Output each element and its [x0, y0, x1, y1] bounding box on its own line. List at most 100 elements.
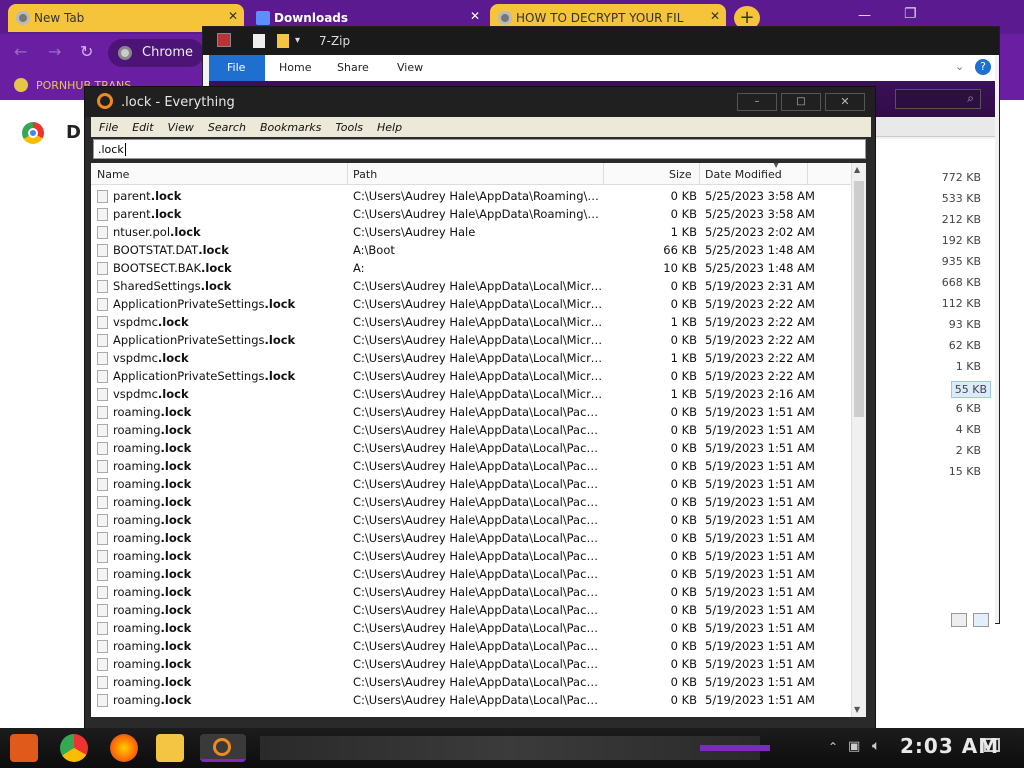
file-icon: [97, 226, 108, 239]
reload-icon[interactable]: ↻: [80, 42, 93, 61]
table-row[interactable]: roaming.lock C:\Users\Audrey Hale\AppData…: [91, 691, 851, 709]
everything-app-icon: [97, 93, 113, 109]
file-size-selected[interactable]: 55 KB: [950, 381, 991, 398]
table-row[interactable]: roaming.lock C:\Users\Audrey Hale\AppData…: [91, 547, 851, 565]
details-view-icon[interactable]: [951, 613, 967, 627]
file-size: 1 KB: [955, 360, 981, 373]
chrome-taskbar-icon[interactable]: [60, 734, 88, 762]
taskbar-clock[interactable]: 2:03 AM: [900, 734, 999, 758]
file-path: C:\Users\Audrey Hale\AppData\Local\Packa…: [353, 423, 603, 437]
table-row[interactable]: roaming.lock C:\Users\Audrey Hale\AppData…: [91, 475, 851, 493]
table-row[interactable]: BOOTSECT.BAK.lock A: 10 KB 5/25/2023 1:48 A…: [91, 259, 851, 277]
minimize-button[interactable]: –: [737, 93, 777, 111]
menu-help[interactable]: Help: [377, 121, 402, 134]
table-row[interactable]: roaming.lock C:\Users\Audrey Hale\AppData…: [91, 655, 851, 673]
menu-tools[interactable]: Tools: [335, 121, 363, 134]
menu-bookmarks[interactable]: Bookmarks: [260, 121, 321, 134]
properties-icon[interactable]: [253, 34, 265, 48]
back-icon[interactable]: ←: [14, 42, 27, 61]
everything-taskbar-icon[interactable]: [200, 734, 246, 762]
table-row[interactable]: parent.lock C:\Users\Audrey Hale\AppData\…: [91, 187, 851, 205]
table-row[interactable]: ApplicationPrivateSettings.lock C:\Users\…: [91, 367, 851, 385]
file-name: ntuser.pol.lock: [113, 225, 201, 239]
file-size: 1 KB: [670, 387, 697, 401]
chevron-down-icon[interactable]: ⌄: [955, 60, 964, 73]
table-row[interactable]: BOOTSTAT.DAT.lock A:\Boot 66 KB 5/25/2023 1…: [91, 241, 851, 259]
table-row[interactable]: roaming.lock C:\Users\Audrey Hale\AppData…: [91, 439, 851, 457]
file-path: C:\Users\Audrey Hale\AppData\Local\Micro…: [353, 387, 603, 401]
file-path: C:\Users\Audrey Hale\AppData\Local\Packa…: [353, 513, 603, 527]
maximize-button[interactable]: □: [781, 93, 821, 111]
forward-icon[interactable]: →: [48, 42, 61, 61]
large-icons-view-icon[interactable]: [973, 613, 989, 627]
file-size: 1 KB: [670, 315, 697, 329]
table-row[interactable]: vspdmc.lock C:\Users\Audrey Hale\AppData\…: [91, 313, 851, 331]
scroll-down-icon[interactable]: ▼: [854, 705, 860, 714]
help-icon[interactable]: ?: [975, 59, 991, 75]
table-row[interactable]: roaming.lock C:\Users\Audrey Hale\AppData…: [91, 583, 851, 601]
chevron-down-icon[interactable]: ▾: [295, 35, 300, 46]
chevron-up-icon[interactable]: ⌃: [828, 740, 838, 754]
menu-file[interactable]: File: [99, 121, 118, 134]
ribbon-tab-file[interactable]: File: [209, 55, 265, 81]
search-box[interactable]: ⌕: [895, 89, 981, 109]
file-path: C:\Users\Audrey Hale\AppData\Local\Micro…: [353, 297, 603, 311]
file-icon: [97, 298, 108, 311]
folder-icon[interactable]: [277, 34, 289, 48]
table-row[interactable]: roaming.lock C:\Users\Audrey Hale\AppData…: [91, 421, 851, 439]
table-row[interactable]: roaming.lock C:\Users\Audrey Hale\AppData…: [91, 403, 851, 421]
table-row[interactable]: SharedSettings.lock C:\Users\Audrey Hale\…: [91, 277, 851, 295]
taskbar-decoration: [260, 736, 760, 760]
close-button[interactable]: ✕: [825, 93, 865, 111]
close-icon[interactable]: ✕: [710, 9, 720, 23]
start-button[interactable]: [10, 734, 38, 762]
menu-edit[interactable]: Edit: [132, 121, 153, 134]
table-row[interactable]: roaming.lock C:\Users\Audrey Hale\AppData…: [91, 673, 851, 691]
file-date-modified: 5/19/2023 1:51 AM: [705, 639, 815, 653]
table-row[interactable]: vspdmc.lock C:\Users\Audrey Hale\AppData\…: [91, 385, 851, 403]
column-header-size[interactable]: [875, 117, 995, 137]
file-explorer-taskbar-icon[interactable]: [156, 734, 184, 762]
ribbon-tab-home[interactable]: Home: [279, 61, 311, 74]
column-header-date-modified[interactable]: Date Modified: [705, 168, 782, 181]
minimize-icon[interactable]: —: [858, 8, 871, 23]
column-header-path[interactable]: Path: [353, 168, 377, 181]
file-path: C:\Users\Audrey Hale\AppData\Local\Micro…: [353, 315, 603, 329]
menu-view[interactable]: View: [168, 121, 194, 134]
table-row[interactable]: roaming.lock C:\Users\Audrey Hale\AppData…: [91, 529, 851, 547]
table-row[interactable]: roaming.lock C:\Users\Audrey Hale\AppData…: [91, 601, 851, 619]
ribbon-tab-view[interactable]: View: [397, 61, 423, 74]
network-icon[interactable]: ▣: [848, 739, 860, 754]
table-row[interactable]: roaming.lock C:\Users\Audrey Hale\AppData…: [91, 511, 851, 529]
scroll-thumb[interactable]: [854, 181, 864, 417]
file-date-modified: 5/19/2023 1:51 AM: [705, 567, 815, 581]
search-input[interactable]: .lock: [93, 139, 866, 159]
ribbon-tab-share[interactable]: Share: [337, 61, 369, 74]
table-row[interactable]: roaming.lock C:\Users\Audrey Hale\AppData…: [91, 619, 851, 637]
menu-search[interactable]: Search: [208, 121, 246, 134]
file-name: roaming.lock: [113, 567, 192, 581]
table-row[interactable]: ntuser.pol.lock C:\Users\Audrey Hale 1 KB 5…: [91, 223, 851, 241]
vertical-scrollbar[interactable]: ▲ ▼: [851, 163, 866, 717]
restore-icon[interactable]: ❐: [904, 6, 917, 22]
table-row[interactable]: ApplicationPrivateSettings.lock C:\Users\…: [91, 295, 851, 313]
table-row[interactable]: ApplicationPrivateSettings.lock C:\Users\…: [91, 331, 851, 349]
file-size: 62 KB: [948, 339, 981, 352]
table-row[interactable]: roaming.lock C:\Users\Audrey Hale\AppData…: [91, 493, 851, 511]
table-row[interactable]: vspdmc.lock C:\Users\Audrey Hale\AppData\…: [91, 349, 851, 367]
file-date-modified: 5/25/2023 1:48 AM: [705, 261, 815, 275]
table-row[interactable]: roaming.lock C:\Users\Audrey Hale\AppData…: [91, 457, 851, 475]
table-row[interactable]: parent.lock C:\Users\Audrey Hale\AppData\…: [91, 205, 851, 223]
file-size: 0 KB: [670, 495, 697, 509]
column-header-name[interactable]: Name: [97, 168, 129, 181]
close-icon[interactable]: ✕: [470, 9, 480, 23]
address-bar[interactable]: Chrome: [108, 39, 204, 67]
volume-icon[interactable]: 🔈︎: [872, 738, 880, 754]
scroll-up-icon[interactable]: ▲: [854, 165, 860, 174]
file-icon: [97, 370, 108, 383]
close-icon[interactable]: ✕: [228, 9, 238, 23]
column-header-size[interactable]: Size: [669, 168, 692, 181]
table-row[interactable]: roaming.lock C:\Users\Audrey Hale\AppData…: [91, 637, 851, 655]
firefox-taskbar-icon[interactable]: [110, 734, 138, 762]
table-row[interactable]: roaming.lock C:\Users\Audrey Hale\AppData…: [91, 565, 851, 583]
